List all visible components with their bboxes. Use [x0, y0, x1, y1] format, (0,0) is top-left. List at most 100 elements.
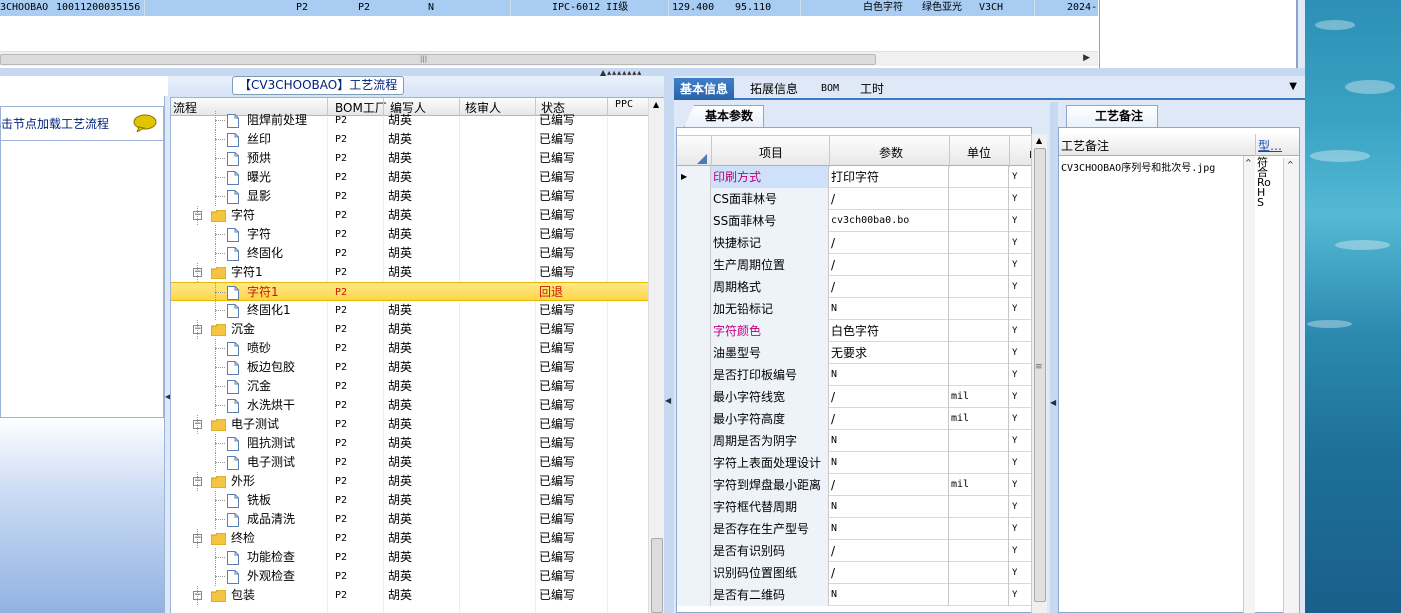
tree-row[interactable]: 电子测试 P2 胡英 已编写 — [171, 453, 649, 472]
tab-extended-info[interactable]: 拓展信息 — [744, 78, 804, 100]
tree-row[interactable]: 外观检查 P2 胡英 已编写 — [171, 567, 649, 586]
col-header-ppc[interactable]: PPC — [615, 99, 633, 110]
param-row[interactable]: 周期格式 / Y — [677, 276, 1031, 298]
horizontal-scrollbar[interactable]: ||| ▶ — [0, 51, 1098, 66]
collapse-middle-icon[interactable]: ◀ — [665, 396, 671, 405]
param-row[interactable]: 是否打印板编号 N Y — [677, 364, 1031, 386]
param-row[interactable]: 字符上表面处理设计 N Y — [677, 452, 1031, 474]
tree-row[interactable]: 喷砂 P2 胡英 已编写 — [171, 339, 649, 358]
scroll-up-icon[interactable]: ▲ — [653, 100, 659, 109]
row-indicator[interactable] — [677, 386, 711, 408]
tree-row[interactable]: − 电子测试 P2 胡英 已编写 — [171, 415, 649, 434]
param-value[interactable]: N — [829, 518, 949, 540]
param-row[interactable]: CS面菲林号 / Y — [677, 188, 1031, 210]
scroll-thumb[interactable] — [1034, 148, 1046, 602]
param-row[interactable]: 字符到焊盘最小距离 / mil Y — [677, 474, 1031, 496]
param-row[interactable]: 识别码位置图纸 / Y — [677, 562, 1031, 584]
col-header-unit[interactable]: 单位 — [967, 144, 991, 161]
param-value[interactable]: / — [829, 474, 949, 496]
param-row[interactable]: 是否有二维码 N Y — [677, 584, 1031, 606]
tree-row[interactable]: 字符1 P2 回退 — [171, 282, 649, 302]
param-value[interactable]: / — [829, 232, 949, 254]
note-grid[interactable]: 工艺备注 型… CV3CHOOBAO序列号和批次号.jpg ^ 符合RoHS ^ — [1058, 127, 1300, 613]
tab-basic-info[interactable]: 基本信息 — [674, 78, 735, 100]
param-row[interactable]: 加无铅标记 N Y — [677, 298, 1031, 320]
tree-row[interactable]: 终固化1 P2 胡英 已编写 — [171, 301, 649, 320]
row-indicator[interactable] — [677, 430, 711, 452]
row-indicator[interactable] — [677, 188, 711, 210]
scroll-thumb[interactable] — [0, 54, 876, 65]
tab-process-note[interactable]: 工艺备注 — [1066, 105, 1159, 127]
tab-bom[interactable]: BOM — [815, 78, 845, 100]
tree-row[interactable]: 铣板 P2 胡英 已编写 — [171, 491, 649, 510]
param-row[interactable]: 生产周期位置 / Y — [677, 254, 1031, 276]
row-indicator[interactable] — [677, 364, 711, 386]
tree-row[interactable]: 阻焊前处理 P2 胡英 已编写 — [171, 111, 649, 130]
scroll-up-icon[interactable]: ▲ — [1036, 136, 1042, 145]
tree-row[interactable]: 板边包胶 P2 胡英 已编写 — [171, 358, 649, 377]
row-indicator[interactable] — [677, 276, 711, 298]
col-header-type[interactable]: 型… — [1258, 137, 1282, 154]
param-row[interactable]: 字符框代替周期 N Y — [677, 496, 1031, 518]
row-indicator[interactable] — [677, 298, 711, 320]
tree-row[interactable]: 字符 P2 胡英 已编写 — [171, 225, 649, 244]
middle-splitter[interactable]: ◀ — [664, 76, 674, 613]
tree-row[interactable]: − 外形 P2 胡英 已编写 — [171, 472, 649, 491]
row-indicator[interactable] — [677, 540, 711, 562]
tree-row[interactable]: 终固化 P2 胡英 已编写 — [171, 244, 649, 263]
row-indicator[interactable] — [677, 562, 711, 584]
param-row[interactable]: 油墨型号 无要求 Y — [677, 342, 1031, 364]
param-row[interactable]: ▶ 印刷方式 打印字符 Y — [677, 166, 1031, 188]
row-indicator[interactable]: ▶ — [677, 166, 711, 188]
tree-row[interactable]: 显影 P2 胡英 已编写 — [171, 187, 649, 206]
param-row[interactable]: 是否有识别码 / Y — [677, 540, 1031, 562]
row-indicator[interactable] — [677, 452, 711, 474]
tab-basic-params[interactable]: 基本参数 — [684, 105, 765, 127]
col-header-value[interactable]: 参数 — [879, 144, 903, 161]
row-indicator[interactable] — [677, 474, 711, 496]
param-row[interactable]: 快捷标记 / Y — [677, 232, 1031, 254]
tree-row[interactable]: − 字符 P2 胡英 已编写 — [171, 206, 649, 225]
tab-dropdown-icon[interactable]: ▼ — [1289, 81, 1297, 92]
tree-row[interactable]: − 沉金 P2 胡英 已编写 — [171, 320, 649, 339]
param-row[interactable]: 周期是否为阴字 N Y — [677, 430, 1031, 452]
right-splitter[interactable]: ◀ — [1050, 102, 1058, 613]
process-tree-grid[interactable]: 流程 BOM工厂 编写人 核审人 状态 PPC 阻焊前处理 P2 胡英 已编写 丝印 P2… — [170, 98, 649, 613]
col-header-item[interactable]: 项目 — [759, 144, 783, 161]
tree-vertical-scrollbar[interactable]: ▲ — [648, 98, 664, 613]
tree-row[interactable]: 丝印 P2 胡英 已编写 — [171, 130, 649, 149]
row-indicator[interactable] — [677, 408, 711, 430]
row-indicator[interactable] — [677, 320, 711, 342]
tree-row[interactable]: 功能检查 P2 胡英 已编写 — [171, 548, 649, 567]
tree-row[interactable]: − 字符1 P2 胡英 已编写 — [171, 263, 649, 282]
tab-work-hours[interactable]: 工时 — [854, 78, 890, 100]
scroll-right-icon[interactable]: ▶ — [1083, 53, 1090, 63]
param-value[interactable]: 无要求 — [829, 342, 949, 364]
order-grid[interactable]: 3CHOOBAO 10011200035156 P2 P2 N IPC-6012… — [0, 0, 1100, 68]
param-row[interactable]: 是否存在生产型号 N Y — [677, 518, 1031, 540]
tree-row[interactable]: 沉金 P2 胡英 已编写 — [171, 377, 649, 396]
param-value[interactable]: 打印字符 — [829, 166, 949, 188]
note-cell[interactable]: CV3CHOOBAO序列号和批次号.jpg — [1061, 159, 1215, 174]
tree-row[interactable]: − 包装 P2 胡英 已编写 — [171, 586, 649, 605]
tree-row[interactable]: 曝光 P2 胡英 已编写 — [171, 168, 649, 187]
param-value[interactable]: / — [829, 188, 949, 210]
param-row[interactable]: 最小字符线宽 / mil Y — [677, 386, 1031, 408]
col-header-note[interactable]: 工艺备注 — [1061, 137, 1109, 154]
param-value[interactable]: N — [829, 364, 949, 386]
param-vertical-scrollbar[interactable]: ▲ ≡ — [1031, 134, 1047, 613]
param-value[interactable]: / — [829, 540, 949, 562]
param-value[interactable]: / — [829, 386, 949, 408]
param-value[interactable]: / — [829, 408, 949, 430]
row-indicator[interactable] — [677, 584, 711, 606]
param-grid[interactable]: 项目 参数 单位 ╷ ▶印刷方式打印字符YCS面菲林号/YSS面菲林号cv3ch… — [676, 127, 1032, 613]
horizontal-splitter[interactable]: ▲▴▴▴▴▴▴▴ — [0, 68, 1305, 77]
param-value[interactable]: / — [829, 276, 949, 298]
row-indicator[interactable] — [677, 518, 711, 540]
param-value[interactable]: N — [829, 496, 949, 518]
row-indicator[interactable] — [677, 496, 711, 518]
tree-row[interactable]: 成品清洗 P2 胡英 已编写 — [171, 510, 649, 529]
scroll-up-icon[interactable]: ^ — [1245, 158, 1252, 167]
param-row[interactable]: 最小字符高度 / mil Y — [677, 408, 1031, 430]
row-indicator[interactable] — [677, 232, 711, 254]
